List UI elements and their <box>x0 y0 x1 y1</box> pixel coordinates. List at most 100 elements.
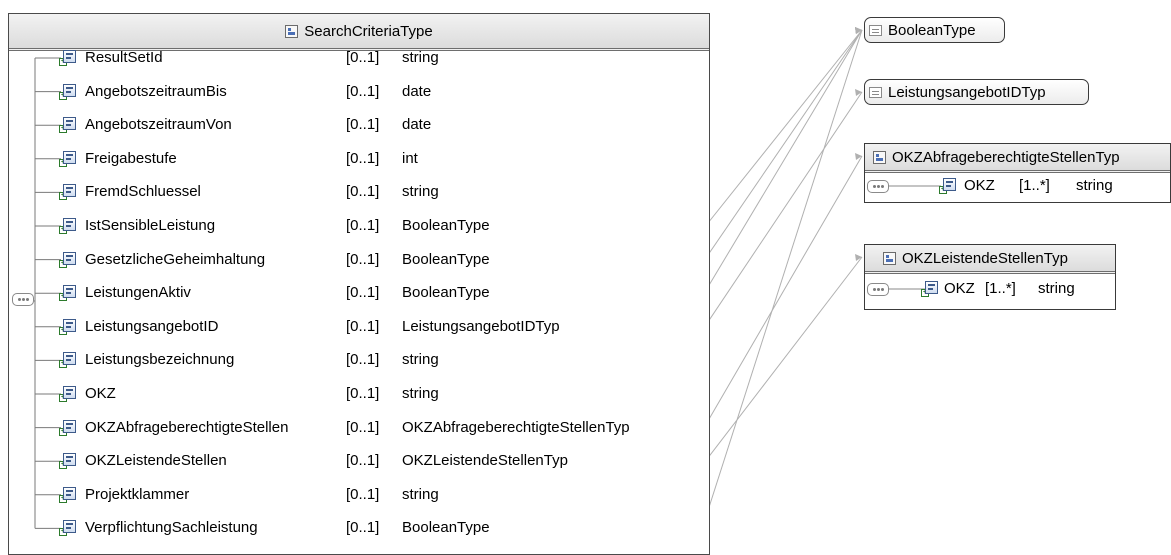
complex-type-body: + OKZ [1..*] string <box>865 173 1170 199</box>
element-type: BooleanType <box>402 284 490 302</box>
element-name: LeistungenAktiv <box>85 284 191 302</box>
element-name: Projektklammer <box>85 485 190 503</box>
element-icon: + <box>59 218 77 235</box>
element-type: string <box>1076 177 1113 194</box>
element-type: date <box>402 82 432 100</box>
element-icon: + <box>59 184 77 201</box>
element-row[interactable]: + AngebotszeitraumBis [0..1] date <box>9 83 709 103</box>
element-row[interactable]: + Freigabestufe [0..1] int <box>9 150 709 170</box>
element-row[interactable]: + FremdSchluessel [0..1] string <box>9 183 709 203</box>
element-cardinality: [0..1] <box>346 49 380 66</box>
element-icon: + <box>921 281 939 298</box>
element-cardinality: [0..1] <box>346 116 380 134</box>
type-reference-line <box>699 155 863 435</box>
element-icon: + <box>59 318 77 336</box>
element-icon: + <box>59 150 77 168</box>
complex-type-header: OKZLeistendeStellenTyp <box>865 245 1115 274</box>
complex-type-title: SearchCriteriaType <box>304 22 433 40</box>
element-row[interactable]: + VerpflichtungSachleistung [0..1] BooleanT… <box>9 519 709 539</box>
complex-type-icon <box>873 150 886 164</box>
simple-type-booleantype[interactable]: BooleanType <box>864 17 1005 43</box>
element-icon: + <box>59 520 77 537</box>
element-row[interactable]: + LeistungenAktiv [0..1] BooleanType <box>9 284 709 304</box>
sequence-icon[interactable] <box>867 180 889 193</box>
element-row[interactable]: + GesetzlicheGeheimhaltung [0..1] BooleanTy… <box>9 251 709 271</box>
type-reference-line <box>699 29 863 301</box>
element-cardinality: [1..*] <box>1019 177 1050 194</box>
complex-type-body: + OKZ [1..*] string <box>865 274 1115 306</box>
element-name: IstSensibleLeistung <box>85 217 216 234</box>
element-name: Freigabestufe <box>85 149 177 167</box>
element-cardinality: [0..1] <box>346 418 380 436</box>
element-icon: + <box>59 117 77 134</box>
element-name: OKZ <box>944 280 975 297</box>
element-type: OKZAbfrageberechtigteStellenTyp <box>402 418 630 436</box>
element-icon: + <box>59 352 77 369</box>
element-name: FremdSchluessel <box>85 183 201 201</box>
arrow-head-icon <box>855 27 862 34</box>
element-type: string <box>1038 280 1075 297</box>
complex-type-okzabfrageberechtigtestellentyp[interactable]: OKZAbfrageberechtigteStellenTyp + OKZ [1… <box>864 143 1171 203</box>
element-icon: + <box>59 251 77 269</box>
sequence-icon[interactable] <box>867 283 889 296</box>
element-icon: + <box>59 285 77 302</box>
element-name: ResultSetId <box>85 49 163 66</box>
complex-type-searchcriteriatype[interactable]: SearchCriteriaType + ResultSetId [0..1] str… <box>8 13 710 555</box>
type-reference-line <box>699 29 863 267</box>
complex-type-header: OKZAbfrageberechtigteStellenTyp <box>865 144 1170 173</box>
arrow-head-icon <box>855 254 862 261</box>
element-row[interactable]: + Projektklammer [0..1] string <box>9 486 709 506</box>
complex-type-title: OKZLeistendeStellenTyp <box>902 249 1068 267</box>
element-type: string <box>402 183 439 201</box>
element-cardinality: [0..1] <box>346 250 380 268</box>
element-cardinality: [0..1] <box>346 217 380 234</box>
element-name: OKZ <box>964 177 995 194</box>
simple-type-icon <box>869 24 882 36</box>
element-cardinality: [0..1] <box>346 149 380 167</box>
arrow-head-icon <box>855 27 862 34</box>
element-icon: + <box>59 83 77 101</box>
complex-type-okzleistendestellentyp[interactable]: OKZLeistendeStellenTyp + OKZ [1..*] stri… <box>864 244 1116 310</box>
simple-type-title: LeistungsangebotIDTyp <box>888 83 1046 101</box>
element-row[interactable]: + OKZ [0..1] string <box>9 385 709 405</box>
element-cardinality: [0..1] <box>346 351 380 369</box>
element-icon: + <box>59 386 77 403</box>
element-icon: + <box>939 178 957 195</box>
element-icon: + <box>59 453 77 470</box>
element-row[interactable]: + AngebotszeitraumVon [0..1] date <box>9 116 709 136</box>
element-type: string <box>402 485 439 503</box>
type-reference-line <box>699 256 863 469</box>
element-name: AngebotszeitraumVon <box>85 116 232 134</box>
element-row[interactable]: + LeistungsangebotID [0..1] Leistungsangebo… <box>9 318 709 338</box>
element-cardinality: [0..1] <box>346 183 380 201</box>
element-row[interactable]: + OKZAbfrageberechtigteStellen [0..1] OKZAb… <box>9 419 709 439</box>
simple-type-title: BooleanType <box>888 21 976 39</box>
element-type: int <box>402 149 418 167</box>
complex-type-icon <box>285 24 299 38</box>
element-type: string <box>402 49 439 66</box>
simple-type-icon <box>869 86 882 98</box>
element-type: OKZLeistendeStellenTyp <box>402 452 568 470</box>
element-cardinality: [0..1] <box>346 519 380 537</box>
element-name: VerpflichtungSachleistung <box>85 519 258 537</box>
element-name: OKZAbfrageberechtigteStellen <box>85 418 289 436</box>
element-type: BooleanType <box>402 519 490 537</box>
element-type: BooleanType <box>402 250 490 268</box>
simple-type-leistungsangebotidtyp[interactable]: LeistungsangebotIDTyp <box>864 79 1089 105</box>
arrow-head-icon <box>855 27 862 34</box>
sequence-icon[interactable] <box>12 293 34 306</box>
element-name: GesetzlicheGeheimhaltung <box>85 250 266 268</box>
element-row[interactable]: + OKZLeistendeStellen [0..1] OKZLeistendeSt… <box>9 452 709 472</box>
element-name: OKZ <box>85 385 116 402</box>
element-row[interactable]: + Leistungsbezeichnung [0..1] string <box>9 351 709 371</box>
element-cardinality: [0..1] <box>346 485 380 503</box>
element-cardinality: [0..1] <box>346 82 380 100</box>
element-type: BooleanType <box>402 217 490 234</box>
element-name: OKZLeistendeStellen <box>85 452 227 470</box>
element-cardinality: [1..*] <box>985 280 1016 297</box>
type-reference-line <box>699 91 863 335</box>
element-cardinality: [0..1] <box>346 452 380 470</box>
element-row[interactable]: + ResultSetId [0..1] string <box>9 49 709 69</box>
element-row[interactable]: + IstSensibleLeistung [0..1] BooleanType <box>9 217 709 237</box>
element-icon: + <box>59 419 77 437</box>
